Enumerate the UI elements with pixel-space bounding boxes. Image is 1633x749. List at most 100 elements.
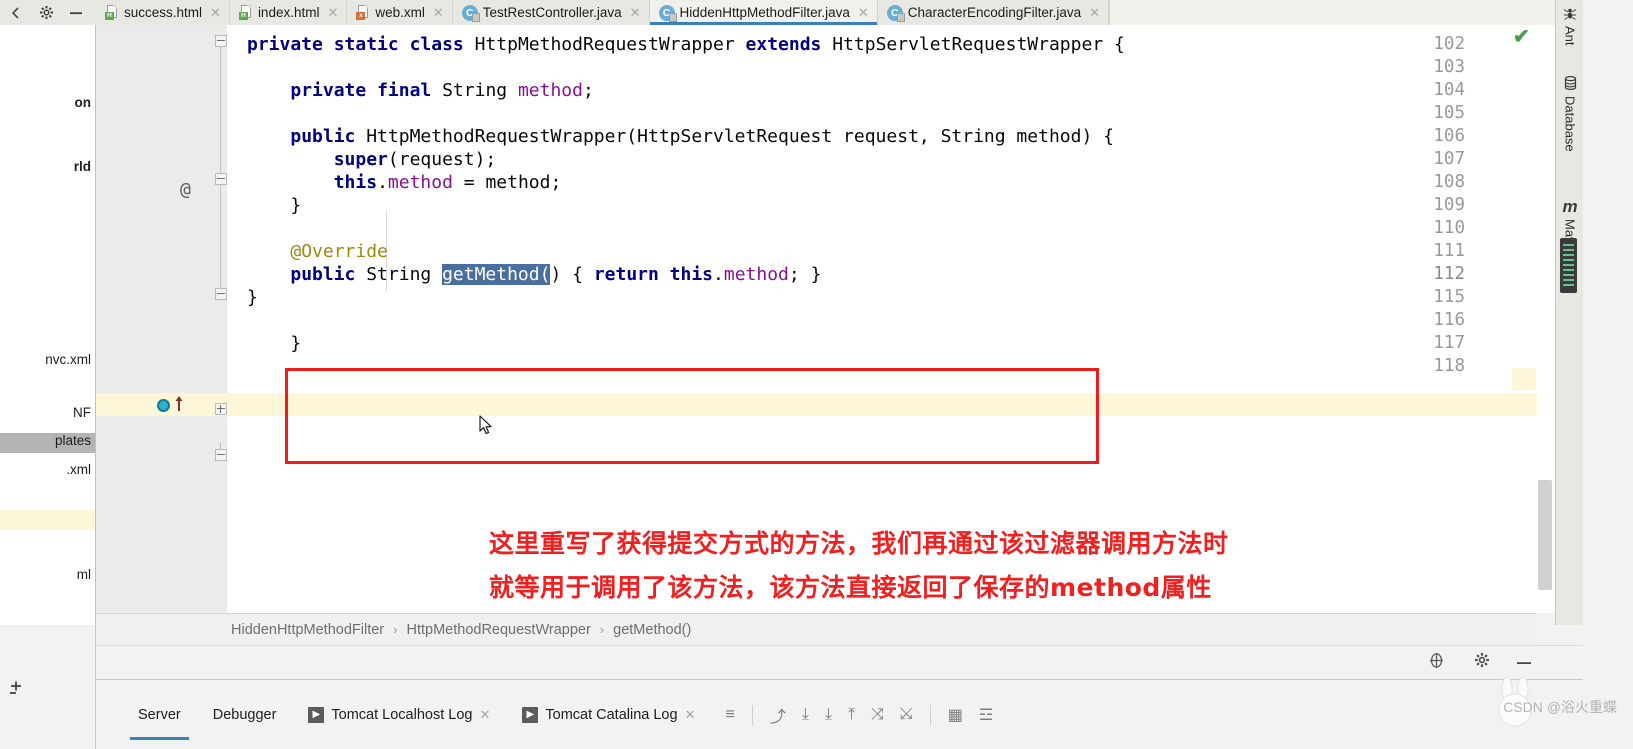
code-line[interactable]: private final String method; [247, 79, 593, 102]
tool-window-header-strip [96, 645, 1583, 679]
editor-tab[interactable]: C TestRestController.java ✕ [452, 0, 650, 25]
back-icon[interactable] [4, 0, 26, 25]
xml-file-icon: x [356, 5, 370, 20]
annotation-gutter-marker[interactable]: @ [180, 179, 191, 200]
code-line[interactable]: this.method = method; [247, 171, 562, 194]
code-line[interactable]: @Override [247, 240, 388, 263]
run-tabs: Server Debugger ▶ Tomcat Localhost Log ✕ ▶ Tom… [122, 696, 711, 740]
code-token: method [387, 172, 453, 193]
implementing-method-arrow-icon[interactable] [174, 395, 185, 411]
code-token: private [247, 34, 334, 55]
editor-scrollbar-thumb[interactable] [1538, 480, 1552, 590]
breadcrumb[interactable]: HiddenHttpMethodFilter › HttpMethodRequest… [96, 613, 1537, 645]
code-line[interactable]: } [247, 286, 258, 309]
editor-tab[interactable]: x web.xml ✕ [347, 0, 453, 25]
project-tree-node[interactable]: rld [74, 159, 91, 174]
hide-window-icon[interactable] [1516, 652, 1532, 670]
fold-region-line [220, 47, 221, 173]
csdn-watermark: CSDN @浴火重蝶 [1503, 699, 1617, 715]
editor-tab[interactable]: Hsuccess.html ✕ [96, 0, 230, 25]
editor-tab[interactable]: Hindex.html ✕ [229, 0, 348, 25]
editor-tab[interactable]: C CharacterEncodingFilter.java ✕ [877, 0, 1110, 25]
target-icon[interactable] [1428, 652, 1445, 674]
run-config-icon: ▶ [308, 706, 325, 723]
close-tab-icon[interactable]: ✕ [327, 5, 338, 21]
code-line[interactable]: } [247, 332, 301, 355]
close-tab-icon[interactable]: ✕ [479, 707, 490, 723]
open-file-tabs: Hsuccess.html ✕ Hindex.html ✕ x web.xml ✕ C Test… [96, 0, 1110, 25]
code-token: public [290, 264, 367, 285]
code-token: String [366, 264, 443, 285]
code-line[interactable]: } [247, 194, 301, 217]
sidebar-item-ant[interactable]: Ant [1556, 6, 1584, 46]
code-fold-expand-toggle[interactable] [215, 403, 227, 415]
code-token: } [247, 195, 302, 216]
breadcrumb-item[interactable]: getMethod() [613, 622, 691, 638]
clear-all-icon[interactable]: ⤩ [892, 706, 921, 724]
editor-tab[interactable]: C HiddenHttpMethodFilter.java ✕ [649, 0, 878, 25]
minimize-icon[interactable] [61, 0, 91, 25]
run-tool-window-bar: Server Debugger ▶ Tomcat Localhost Log ✕ ▶ Tom… [96, 679, 1583, 749]
idea-window: Hsuccess.html ✕ Hindex.html ✕ x web.xml ✕ C Test… [0, 0, 1633, 749]
close-tab-icon[interactable]: ✕ [433, 5, 444, 21]
maven-progress-indicator [1560, 238, 1577, 293]
code-token: @Override [290, 241, 388, 262]
project-tree-node[interactable]: .xml [66, 462, 91, 477]
close-tab-icon[interactable]: ✕ [685, 707, 696, 723]
close-tab-icon[interactable]: ✕ [210, 5, 221, 21]
project-tree-node[interactable]: ml [77, 567, 91, 582]
code-line[interactable]: super(request); [247, 148, 497, 171]
project-tree-node[interactable]: nvc.xml [45, 352, 91, 367]
run-tool-tab[interactable]: Server [122, 696, 197, 740]
project-tree-node[interactable]: on [75, 95, 92, 110]
code-token: ; } [788, 264, 822, 285]
close-tab-icon[interactable]: ✕ [630, 5, 641, 21]
project-tree-node[interactable]: NF [73, 405, 91, 420]
print-icon[interactable]: ⤨ [863, 706, 892, 724]
gear-icon[interactable] [1474, 652, 1490, 673]
scroll-to-end-icon[interactable]: ⤓ [794, 706, 817, 724]
code-fold-toggle[interactable] [215, 443, 227, 461]
close-tab-icon[interactable]: ✕ [1089, 5, 1100, 21]
editor-tab-label: CharacterEncodingFilter.java [907, 5, 1082, 20]
run-tool-tab[interactable]: ▶ Tomcat Localhost Log ✕ [292, 696, 506, 734]
editor-gutter[interactable] [96, 25, 227, 613]
table-icon[interactable]: ▦ [940, 705, 971, 725]
breadcrumb-item[interactable]: HttpMethodRequestWrapper [406, 622, 590, 638]
project-tool-window[interactable]: on rld nvc.xml NF plates .xml ml [0, 25, 96, 625]
run-tool-tab-label: Server [138, 706, 181, 723]
list-menu-icon[interactable]: ≡ [717, 706, 742, 724]
editor-tab-label: TestRestController.java [482, 5, 622, 20]
code-token: private [290, 80, 378, 101]
settings-gear-icon[interactable] [31, 0, 61, 25]
soft-wrap-icon[interactable]: ⤴ [762, 703, 794, 727]
code-fold-toggle[interactable] [215, 282, 227, 300]
divider [929, 704, 931, 725]
code-fold-toggle[interactable] [215, 35, 227, 52]
run-tool-tab[interactable]: ▶ Tomcat Catalina Log ✕ [506, 696, 711, 734]
code-line[interactable]: private static class HttpMethodRequestWr… [247, 33, 1125, 56]
settings-list-icon[interactable]: ☲ [971, 705, 1001, 725]
sidebar-item-database[interactable]: Database [1556, 75, 1584, 152]
code-fold-toggle[interactable] [215, 173, 227, 190]
code-token: final [377, 80, 443, 101]
run-tool-tab[interactable]: Debugger [197, 696, 293, 734]
html-file-icon: H [105, 5, 119, 20]
divider [751, 704, 753, 725]
java-class-icon: C [658, 4, 677, 22]
close-tab-icon[interactable]: ✕ [858, 5, 869, 21]
code-line[interactable]: public HttpMethodRequestWrapper(HttpServ… [247, 125, 1114, 148]
breadcrumb-item[interactable]: HiddenHttpMethodFilter [231, 622, 384, 638]
scroll-up-icon[interactable]: ⤒ [840, 706, 863, 724]
project-tree-node[interactable]: plates [55, 433, 91, 448]
code-line[interactable]: public String getMethod() { return this.… [247, 263, 821, 286]
annotation-text-line-1: 这里重写了获得提交方式的方法，我们再通过该过滤器调用方法时 [489, 529, 1229, 558]
scroll-down-icon[interactable]: ⤓ [817, 706, 840, 724]
add-icon[interactable] [8, 680, 24, 700]
override-method-gutter-icon[interactable] [157, 399, 170, 412]
